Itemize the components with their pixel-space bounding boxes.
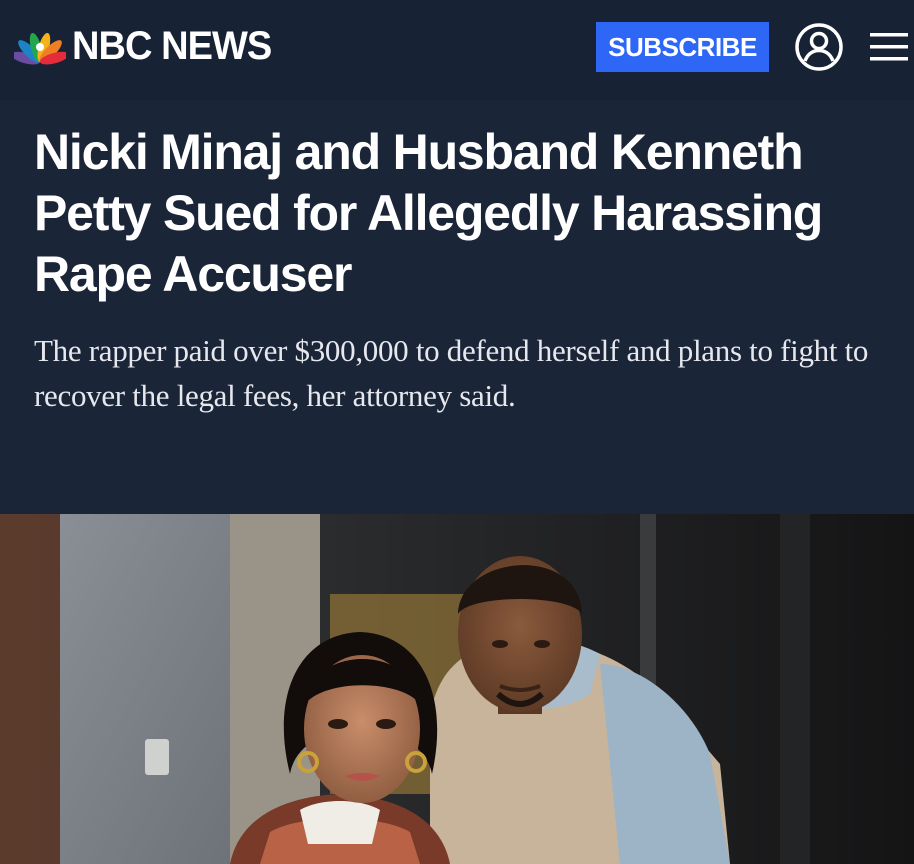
article-header: Nicki Minaj and Husband Kenneth Petty Su… [0, 100, 914, 514]
nbc-news-logo[interactable]: NBC NEWS [14, 26, 282, 66]
article-dek: The rapper paid over $300,000 to defend … [34, 333, 869, 413]
account-button[interactable] [794, 22, 844, 72]
subscribe-button[interactable]: SUBSCRIBE [596, 22, 769, 72]
menu-button[interactable] [870, 30, 908, 64]
site-header: NBC NEWS SUBSCRIBE [0, 0, 914, 100]
hamburger-menu-icon [870, 33, 908, 61]
logo-text: NBC NEWS [72, 24, 272, 68]
account-icon [795, 23, 843, 71]
article-lead-image [0, 514, 914, 864]
article-headline: Nicki Minaj and Husband Kenneth Petty Su… [34, 124, 823, 302]
peacock-logo-icon [14, 32, 66, 65]
